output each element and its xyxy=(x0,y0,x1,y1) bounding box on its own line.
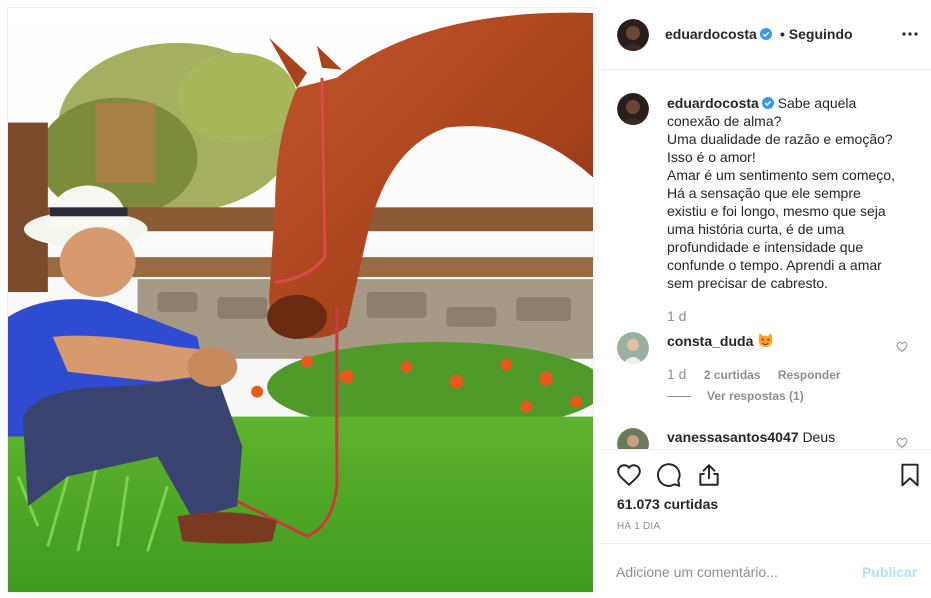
author-username-link[interactable]: eduardocosta xyxy=(665,26,772,42)
post-side-panel: eduardocosta • Seguindo eduardocosta Sab… xyxy=(600,0,931,598)
share-icon[interactable] xyxy=(696,462,722,488)
caption-line: Há a sensação que ele sempre xyxy=(667,185,861,201)
caption-username[interactable]: eduardocosta xyxy=(667,95,759,111)
comment-like-icon[interactable] xyxy=(896,341,908,353)
caption-line: profundidade e intensidade que xyxy=(667,239,864,255)
heart-eyes-cat-emoji-icon xyxy=(759,332,773,348)
follow-status[interactable]: • Seguindo xyxy=(780,26,853,42)
commenter-username[interactable]: vanessasantos4047 xyxy=(667,429,799,445)
post-header: eduardocosta • Seguindo xyxy=(600,0,931,70)
add-comment-bar: Publicar xyxy=(600,543,931,598)
comment-item: vanessasantos4047 Deus xyxy=(667,429,835,445)
view-replies-label[interactable]: Ver respostas (1) xyxy=(707,389,804,403)
view-replies-button[interactable]: Ver respostas (1) xyxy=(667,389,804,403)
post-timestamp[interactable]: HÁ 1 DIA xyxy=(617,521,660,532)
caption-timestamp[interactable]: 1 d xyxy=(667,308,686,324)
post-caption: eduardocosta Sabe aquela conexão de alma… xyxy=(667,94,917,292)
reply-button[interactable]: Responder xyxy=(778,368,841,382)
post-image xyxy=(8,8,593,592)
comment-text: Deus xyxy=(802,429,836,445)
likes-count[interactable]: 61.073 curtidas xyxy=(617,496,718,512)
commenter-username[interactable]: consta_duda xyxy=(667,333,753,349)
caption-line: Sabe aquela xyxy=(777,95,857,111)
comment-input[interactable] xyxy=(616,558,836,586)
like-icon[interactable] xyxy=(616,462,642,488)
caption-line: conexão de alma? xyxy=(667,113,782,129)
caption-line: existiu e foi longo, mesmo que seja xyxy=(667,203,886,219)
comment-like-icon[interactable] xyxy=(896,437,908,449)
bookmark-icon[interactable] xyxy=(897,462,923,488)
post-photo[interactable] xyxy=(7,7,594,593)
caption-line: sem precisar de cabresto. xyxy=(667,275,829,291)
verified-badge-icon xyxy=(759,28,772,40)
comments-section[interactable]: eduardocosta Sabe aquela conexão de alma… xyxy=(600,71,931,449)
post-actions: 61.073 curtidas HÁ 1 DIA xyxy=(600,449,931,543)
caption-line: confunde o tempo. Aprendi a amar xyxy=(667,257,882,273)
comment-likes[interactable]: 2 curtidas xyxy=(704,368,761,382)
author-username[interactable]: eduardocosta xyxy=(665,26,757,42)
comment-meta: 1 d 2 curtidas Responder xyxy=(667,366,855,382)
caption-line: Uma dualidade de razão e emoção? xyxy=(667,131,893,147)
caption-line: Amar é um sentimento sem começo, xyxy=(667,167,895,183)
author-avatar[interactable] xyxy=(617,19,649,51)
commenter-avatar[interactable] xyxy=(617,428,649,449)
commenter-avatar[interactable] xyxy=(617,332,649,364)
verified-badge-icon xyxy=(761,97,774,109)
caption-avatar[interactable] xyxy=(617,93,649,125)
comment-icon[interactable] xyxy=(656,462,682,488)
more-options-icon[interactable] xyxy=(901,25,919,43)
publish-button[interactable]: Publicar xyxy=(862,564,917,580)
comment-timestamp[interactable]: 1 d xyxy=(667,366,686,382)
replies-divider xyxy=(667,396,691,398)
caption-line: Isso é o amor! xyxy=(667,149,756,165)
caption-line: uma história curta, é de uma xyxy=(667,221,845,237)
comment-item: consta_duda xyxy=(667,332,774,349)
